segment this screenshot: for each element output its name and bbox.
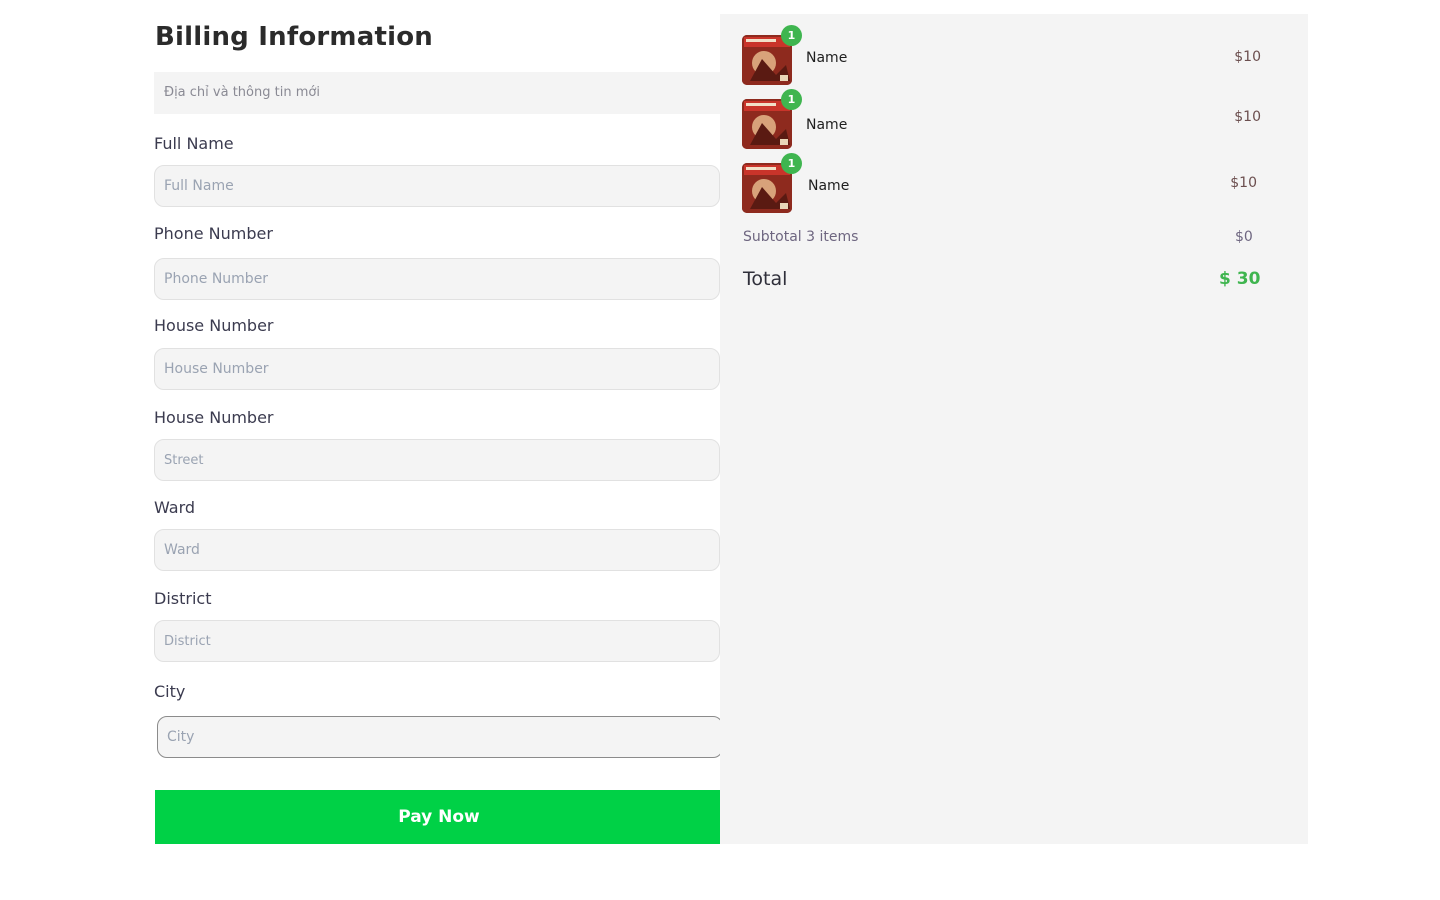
item-name: Name (808, 178, 850, 194)
item-price: $10 (1234, 49, 1261, 65)
subtotal-label: Subtotal 3 items (743, 229, 859, 245)
street-input[interactable] (154, 439, 720, 481)
item-name: Name (806, 117, 848, 133)
district-label: District (154, 589, 212, 608)
cart-item: 1 Name $10 (742, 89, 1272, 149)
city-label: City (154, 682, 186, 701)
full-name-input[interactable] (154, 165, 720, 207)
quantity-badge: 1 (781, 89, 802, 110)
item-price: $10 (1234, 109, 1261, 125)
cart-item: 1 Name $10 (742, 25, 1272, 85)
subtotal-value: $0 (1235, 229, 1253, 245)
address-select[interactable]: Địa chỉ và thông tin mới (154, 72, 720, 114)
district-input[interactable] (154, 620, 720, 662)
street-label: House Number (154, 408, 274, 427)
total-label: Total (743, 268, 788, 290)
cart-item: 1 Name $10 (742, 153, 1272, 213)
quantity-badge: 1 (781, 25, 802, 46)
order-summary: 1 Name $10 1 Name $10 1 Name $10 Subtota… (720, 14, 1308, 844)
quantity-badge: 1 (781, 153, 802, 174)
item-price: $10 (1230, 175, 1257, 191)
pay-now-button[interactable]: Pay Now (155, 790, 723, 844)
ward-label: Ward (154, 498, 196, 517)
page-title: Billing Information (155, 22, 433, 52)
item-name: Name (806, 50, 848, 66)
city-input[interactable] (157, 716, 723, 758)
checkout-page: Billing Information Địa chỉ và thông tin… (0, 0, 1440, 900)
ward-input[interactable] (154, 529, 720, 571)
house-number-label: House Number (154, 316, 274, 335)
phone-number-input[interactable] (154, 258, 720, 300)
full-name-label: Full Name (154, 134, 234, 153)
house-number-input[interactable] (154, 348, 720, 390)
total-value: $ 30 (1219, 269, 1261, 289)
phone-number-label: Phone Number (154, 224, 273, 243)
